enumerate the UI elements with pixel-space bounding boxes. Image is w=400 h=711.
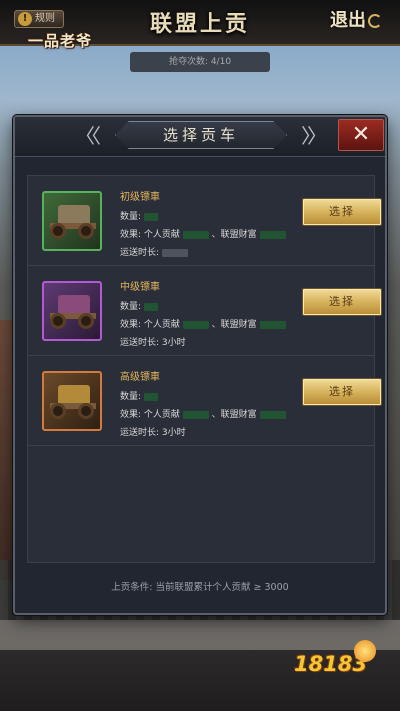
quantity-label: 数量:	[120, 302, 142, 312]
header-ornament-left: 〈〈	[75, 124, 101, 148]
cart-wheel	[50, 223, 66, 239]
cart-row-advanced: 高级镖車 数量: 效果: 个人贡献 、联盟财富 运送时长: 3小时 选择	[28, 356, 382, 446]
header-ornament-right: 〉〉	[301, 124, 327, 148]
rules-label: 规则	[35, 13, 55, 24]
hidden-value	[182, 320, 209, 329]
hidden-value	[161, 248, 188, 257]
select-button-intermediate[interactable]: 选择	[302, 288, 382, 316]
cart-duration: 运送时长:	[120, 245, 188, 258]
duration-label: 运送时长:	[120, 428, 160, 438]
cart-icon	[48, 381, 100, 425]
effect-label: 效果: 个人贡献	[120, 320, 180, 330]
cart-duration: 运送时长: 3小时	[120, 335, 186, 348]
cart-image-basic	[42, 191, 102, 251]
cart-image-advanced	[42, 371, 102, 431]
cart-list: 初级镖車 数量: 效果: 个人贡献 、联盟财富 运送时长: 选择 中级镖車 数量…	[27, 175, 382, 563]
select-button-basic[interactable]: 选择	[302, 198, 382, 226]
site-watermark: 18183	[294, 640, 390, 692]
sun-logo-icon	[354, 640, 376, 662]
cart-effect: 效果: 个人贡献 、联盟财富	[120, 317, 286, 330]
raid-count: 抢夺次数: 4/10	[130, 52, 270, 72]
cart-wheel	[78, 313, 94, 329]
cart-cargo	[58, 205, 90, 225]
hidden-value	[143, 392, 158, 401]
alliance-wealth-label: 、联盟财富	[211, 410, 257, 420]
select-button-advanced[interactable]: 选择	[302, 378, 382, 406]
info-icon: !	[18, 12, 32, 26]
hidden-value	[143, 212, 158, 221]
close-icon: ✕	[351, 122, 371, 147]
hidden-value	[259, 230, 286, 239]
cart-duration: 运送时长: 3小时	[120, 425, 186, 438]
cart-name: 高级镖車	[120, 372, 160, 383]
duration-label: 运送时长:	[120, 338, 160, 348]
cart-cargo	[58, 385, 90, 405]
cart-wheel	[50, 403, 66, 419]
hidden-value	[182, 230, 209, 239]
quantity-label: 数量:	[120, 392, 142, 402]
cart-icon	[48, 201, 100, 245]
duration-value: 3小时	[161, 428, 186, 438]
background-street	[0, 620, 400, 650]
cart-row-basic: 初级镖車 数量: 效果: 个人贡献 、联盟财富 运送时长: 选择	[28, 176, 382, 266]
exit-label: 退出	[330, 10, 366, 31]
dialog-header: 〈〈 选择贡车 〉〉 ✕	[15, 117, 385, 157]
background-figure	[0, 320, 14, 580]
cart-wheel	[78, 403, 94, 419]
duration-value: 3小时	[161, 338, 186, 348]
cart-icon	[48, 291, 100, 335]
alliance-wealth-label: 、联盟财富	[211, 320, 257, 330]
cart-name: 中级镖車	[120, 282, 160, 293]
cart-quantity: 数量:	[120, 299, 158, 312]
page-title: 联盟上贡	[149, 11, 250, 37]
hidden-value	[143, 302, 158, 311]
quantity-label: 数量:	[120, 212, 142, 222]
cart-name: 初级镖車	[120, 192, 160, 203]
cart-wheel	[78, 223, 94, 239]
dialog-title: 选择贡车	[115, 121, 287, 149]
rules-button[interactable]: ! 规则	[14, 10, 64, 28]
exit-icon	[368, 14, 382, 28]
cart-effect: 效果: 个人贡献 、联盟财富	[120, 227, 286, 240]
hidden-value	[259, 320, 286, 329]
cart-quantity: 数量:	[120, 389, 158, 402]
alliance-wealth-label: 、联盟财富	[211, 230, 257, 240]
effect-label: 效果: 个人贡献	[120, 410, 180, 420]
hidden-value	[259, 410, 286, 419]
cart-cargo	[58, 295, 90, 315]
cart-quantity: 数量:	[120, 209, 158, 222]
cart-effect: 效果: 个人贡献 、联盟财富	[120, 407, 286, 420]
game-logo: 一品老爷	[28, 32, 93, 50]
effect-label: 效果: 个人贡献	[120, 230, 180, 240]
duration-label: 运送时长:	[120, 248, 160, 258]
cart-row-intermediate: 中级镖車 数量: 效果: 个人贡献 、联盟财富 运送时长: 3小时 选择	[28, 266, 382, 356]
cart-image-intermediate	[42, 281, 102, 341]
hidden-value	[182, 410, 209, 419]
tribute-condition: 上贡条件: 当前联盟累计个人贡献 ≥ 3000	[111, 582, 289, 593]
select-cart-dialog: 〈〈 选择贡车 〉〉 ✕ 初级镖車 数量: 效果: 个人贡献 、联盟财富 运送时…	[13, 115, 387, 615]
close-button[interactable]: ✕	[338, 119, 384, 151]
exit-button[interactable]: 退出	[330, 6, 394, 36]
cart-wheel	[50, 313, 66, 329]
